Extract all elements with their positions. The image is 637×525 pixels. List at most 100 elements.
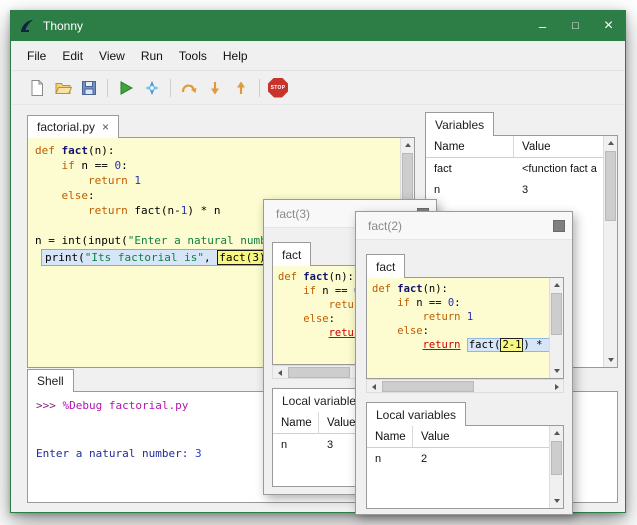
scrollbar-thumb[interactable] — [551, 441, 562, 475]
scroll-right-button[interactable] — [550, 380, 563, 394]
save-file-button[interactable] — [77, 76, 101, 100]
frame-title: fact(2) — [368, 219, 402, 233]
step-out-button[interactable] — [229, 76, 253, 100]
frame-window-fact2: fact(2) fact def fact(n): if n == 0: ret… — [355, 211, 573, 515]
open-folder-icon — [54, 79, 72, 97]
frame-code-area[interactable]: def fact(n): if n == 0: return 1 else: r… — [366, 277, 564, 379]
tab-label: Local variables — [376, 408, 456, 422]
tab-local-variables[interactable]: Local variables — [366, 402, 466, 426]
variable-row-n[interactable]: n 3 — [426, 179, 617, 200]
toolbar: STOP — [11, 71, 625, 105]
scrollbar-thumb[interactable] — [605, 151, 616, 221]
frame-vertical-scrollbar[interactable] — [549, 278, 563, 378]
maximize-button[interactable]: □ — [559, 11, 592, 41]
open-file-button[interactable] — [51, 76, 75, 100]
tab-label: factorial.py — [37, 120, 95, 134]
locals-vertical-scrollbar[interactable] — [549, 426, 563, 508]
arrow-down-icon — [608, 358, 614, 362]
debug-icon — [143, 79, 161, 97]
scrollbar-thumb[interactable] — [382, 381, 474, 392]
titlebar[interactable]: Thonny – □ × — [11, 11, 625, 41]
run-icon — [117, 79, 135, 97]
toolbar-separator — [170, 79, 171, 97]
tab-fact[interactable]: fact — [366, 254, 405, 278]
variable-value: <function fact a — [514, 163, 617, 175]
stop-icon: STOP — [268, 78, 288, 98]
scroll-up-button[interactable] — [550, 278, 563, 292]
frame-title: fact(3) — [276, 207, 310, 221]
scroll-down-button[interactable] — [550, 494, 563, 508]
tab-label: Shell — [37, 374, 64, 388]
frame-titlebar[interactable]: fact(2) — [356, 212, 572, 240]
tab-label: fact — [282, 248, 301, 262]
window-title: Thonny — [43, 19, 83, 33]
scroll-up-button[interactable] — [550, 426, 563, 440]
variables-header: Name Value — [426, 136, 617, 158]
column-header-name[interactable]: Name — [367, 426, 413, 447]
variable-name: n — [273, 439, 319, 451]
toolbar-separator — [259, 79, 260, 97]
tab-label: Variables — [435, 118, 484, 132]
column-header-value[interactable]: Value — [413, 431, 549, 443]
minimize-button[interactable]: – — [526, 11, 559, 41]
scroll-up-button[interactable] — [604, 136, 617, 150]
arrow-left-icon — [372, 384, 376, 390]
menu-view[interactable]: View — [91, 45, 133, 67]
scroll-left-button[interactable] — [367, 380, 380, 394]
step-out-icon — [232, 79, 250, 97]
variables-vertical-scrollbar[interactable] — [603, 136, 617, 367]
variable-value: 3 — [514, 184, 617, 196]
tab-label: Local variables — [282, 394, 362, 408]
menubar: File Edit View Run Tools Help — [11, 41, 625, 71]
scroll-down-button[interactable] — [550, 364, 563, 378]
frame-close-button[interactable] — [553, 220, 565, 232]
menu-help[interactable]: Help — [215, 45, 256, 67]
menu-edit[interactable]: Edit — [54, 45, 91, 67]
close-button[interactable]: × — [592, 11, 625, 41]
run-script-button[interactable] — [114, 76, 138, 100]
local-variable-row[interactable]: n 2 — [367, 448, 563, 469]
new-file-button[interactable] — [25, 76, 49, 100]
variable-name: n — [426, 184, 514, 196]
locals-header: Name Value — [367, 426, 549, 448]
menu-tools[interactable]: Tools — [171, 45, 215, 67]
tab-factorial-py[interactable]: factorial.py × — [27, 115, 119, 138]
arrow-up-icon — [608, 141, 614, 145]
step-over-icon — [180, 79, 198, 97]
column-header-value[interactable]: Value — [514, 141, 617, 153]
tab-shell[interactable]: Shell — [27, 369, 74, 392]
tab-label: fact — [376, 260, 395, 274]
tab-fact[interactable]: fact — [272, 242, 311, 266]
column-header-name[interactable]: Name — [273, 412, 319, 433]
new-file-icon — [28, 79, 46, 97]
variable-name: n — [367, 453, 413, 465]
save-icon — [80, 79, 98, 97]
scrollbar-thumb[interactable] — [288, 367, 350, 378]
thonny-logo-icon — [19, 18, 35, 34]
stop-label: STOP — [271, 85, 286, 91]
scroll-up-button[interactable] — [401, 138, 414, 152]
variable-row-fact[interactable]: fact <function fact a — [426, 158, 617, 179]
variable-name: fact — [426, 163, 514, 175]
frame-horizontal-scrollbar[interactable] — [366, 379, 564, 393]
scroll-left-button[interactable] — [273, 366, 286, 380]
arrow-left-icon — [278, 370, 282, 376]
arrow-up-icon — [554, 431, 560, 435]
frame-code[interactable]: def fact(n): if n == 0: return 1 else: r… — [372, 282, 549, 352]
arrow-right-icon — [555, 384, 559, 390]
scrollbar-thumb[interactable] — [551, 293, 562, 335]
stop-button[interactable]: STOP — [266, 76, 290, 100]
column-header-name[interactable]: Name — [426, 136, 514, 157]
menu-run[interactable]: Run — [133, 45, 171, 67]
menu-file[interactable]: File — [19, 45, 54, 67]
step-into-button[interactable] — [203, 76, 227, 100]
tab-close-icon[interactable]: × — [102, 120, 109, 134]
variable-value: 2 — [413, 453, 563, 465]
scroll-down-button[interactable] — [604, 353, 617, 367]
arrow-up-icon — [405, 143, 411, 147]
arrow-up-icon — [554, 283, 560, 287]
debug-script-button[interactable] — [140, 76, 164, 100]
tab-variables[interactable]: Variables — [425, 112, 494, 136]
step-over-button[interactable] — [177, 76, 201, 100]
local-variables-table: Name Value n 2 — [366, 425, 564, 509]
